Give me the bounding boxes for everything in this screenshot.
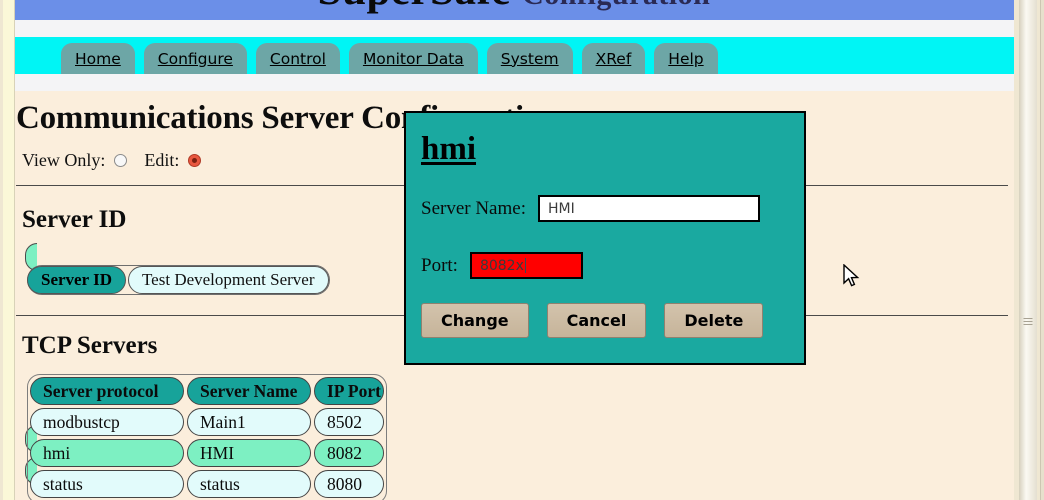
scrollbar-grip-icon bbox=[1023, 318, 1033, 325]
edit-label: Edit: bbox=[144, 150, 180, 170]
view-only-radio[interactable] bbox=[114, 154, 128, 167]
nav-tab-help[interactable]: Help bbox=[654, 43, 718, 74]
cell-protocol[interactable]: hmi bbox=[30, 439, 184, 467]
port-field-row: Port: 8082x bbox=[421, 252, 583, 279]
nav-tab-monitor-data[interactable]: Monitor Data bbox=[348, 43, 478, 74]
column-header-server-name[interactable]: Server Name bbox=[187, 377, 311, 405]
server-name-input[interactable]: HMI bbox=[537, 195, 760, 222]
nav-tab-configure[interactable]: Configure bbox=[143, 43, 247, 74]
text-caret bbox=[524, 258, 526, 273]
dialog-button-bar: Change Cancel Delete bbox=[421, 303, 764, 338]
port-input[interactable]: 8082x bbox=[469, 252, 583, 279]
page-left-edge bbox=[0, 0, 3, 500]
cell-protocol[interactable]: status bbox=[30, 470, 184, 498]
port-label: Port: bbox=[421, 254, 458, 276]
server-id-key-pill[interactable]: Server ID bbox=[27, 266, 126, 294]
main-navigation: Home Configure Control Monitor Data Syst… bbox=[14, 37, 1014, 74]
cancel-button[interactable]: Cancel bbox=[546, 303, 647, 338]
table-row: hmi HMI 8082 bbox=[30, 439, 384, 467]
vertical-scrollbar[interactable] bbox=[1014, 0, 1044, 500]
change-button[interactable]: Change bbox=[421, 303, 529, 338]
cell-protocol[interactable]: modbustcp bbox=[30, 408, 184, 436]
scrollbar-outer-edge bbox=[1040, 0, 1044, 500]
site-banner: SuperSafe Configuration bbox=[14, 0, 1014, 20]
browser-viewport: SuperSafe Configuration Home Configure C… bbox=[0, 0, 1044, 500]
cell-name[interactable]: status bbox=[187, 470, 311, 498]
cell-port[interactable]: 8502 bbox=[314, 408, 384, 436]
port-input-value: 8082x bbox=[479, 257, 524, 274]
mode-selector: View Only: Edit: bbox=[22, 150, 218, 171]
cell-name[interactable]: Main1 bbox=[187, 408, 311, 436]
delete-button[interactable]: Delete bbox=[664, 303, 764, 338]
server-name-label: Server Name: bbox=[421, 197, 526, 219]
nav-tab-home[interactable]: Home bbox=[61, 43, 135, 74]
site-banner-title: SuperSafe Configuration bbox=[14, 0, 1014, 15]
nav-tab-list: Home Configure Control Monitor Data Syst… bbox=[61, 40, 718, 74]
banner-spacer-top bbox=[14, 20, 1014, 37]
server-id-selector: Server ID Test Development Server bbox=[27, 265, 330, 295]
scrollbar-thumb[interactable] bbox=[1019, 0, 1037, 500]
cell-port[interactable]: 8080 bbox=[314, 470, 384, 498]
column-header-server-protocol[interactable]: Server protocol bbox=[30, 377, 184, 405]
table-header-row: Server protocol Server Name IP Port bbox=[30, 377, 384, 405]
tcp-servers-table: Server protocol Server Name IP Port modb… bbox=[27, 374, 387, 500]
server-name-input-value: HMI bbox=[547, 200, 575, 217]
table-row: modbustcp Main1 8502 bbox=[30, 408, 384, 436]
server-name-field-row: Server Name: HMI bbox=[421, 195, 760, 222]
nav-spacer-bottom bbox=[14, 74, 1014, 91]
nav-tab-system[interactable]: System bbox=[486, 43, 573, 74]
table-row: status status 8080 bbox=[30, 470, 384, 498]
section-heading-tcp-servers: TCP Servers bbox=[22, 332, 158, 359]
cell-port[interactable]: 8082 bbox=[314, 439, 384, 467]
edit-radio[interactable] bbox=[188, 154, 202, 167]
nav-tab-xref[interactable]: XRef bbox=[581, 43, 646, 74]
cell-name[interactable]: HMI bbox=[187, 439, 311, 467]
nav-tab-control[interactable]: Control bbox=[255, 43, 340, 74]
view-only-label: View Only: bbox=[22, 150, 106, 170]
section-heading-server-id: Server ID bbox=[22, 206, 127, 233]
server-id-value-pill[interactable]: Test Development Server bbox=[127, 266, 329, 294]
dialog-title: hmi bbox=[421, 131, 477, 167]
edit-server-dialog: hmi Server Name: HMI Port: 8082x Change … bbox=[404, 111, 806, 365]
column-header-ip-port[interactable]: IP Port bbox=[314, 377, 384, 405]
